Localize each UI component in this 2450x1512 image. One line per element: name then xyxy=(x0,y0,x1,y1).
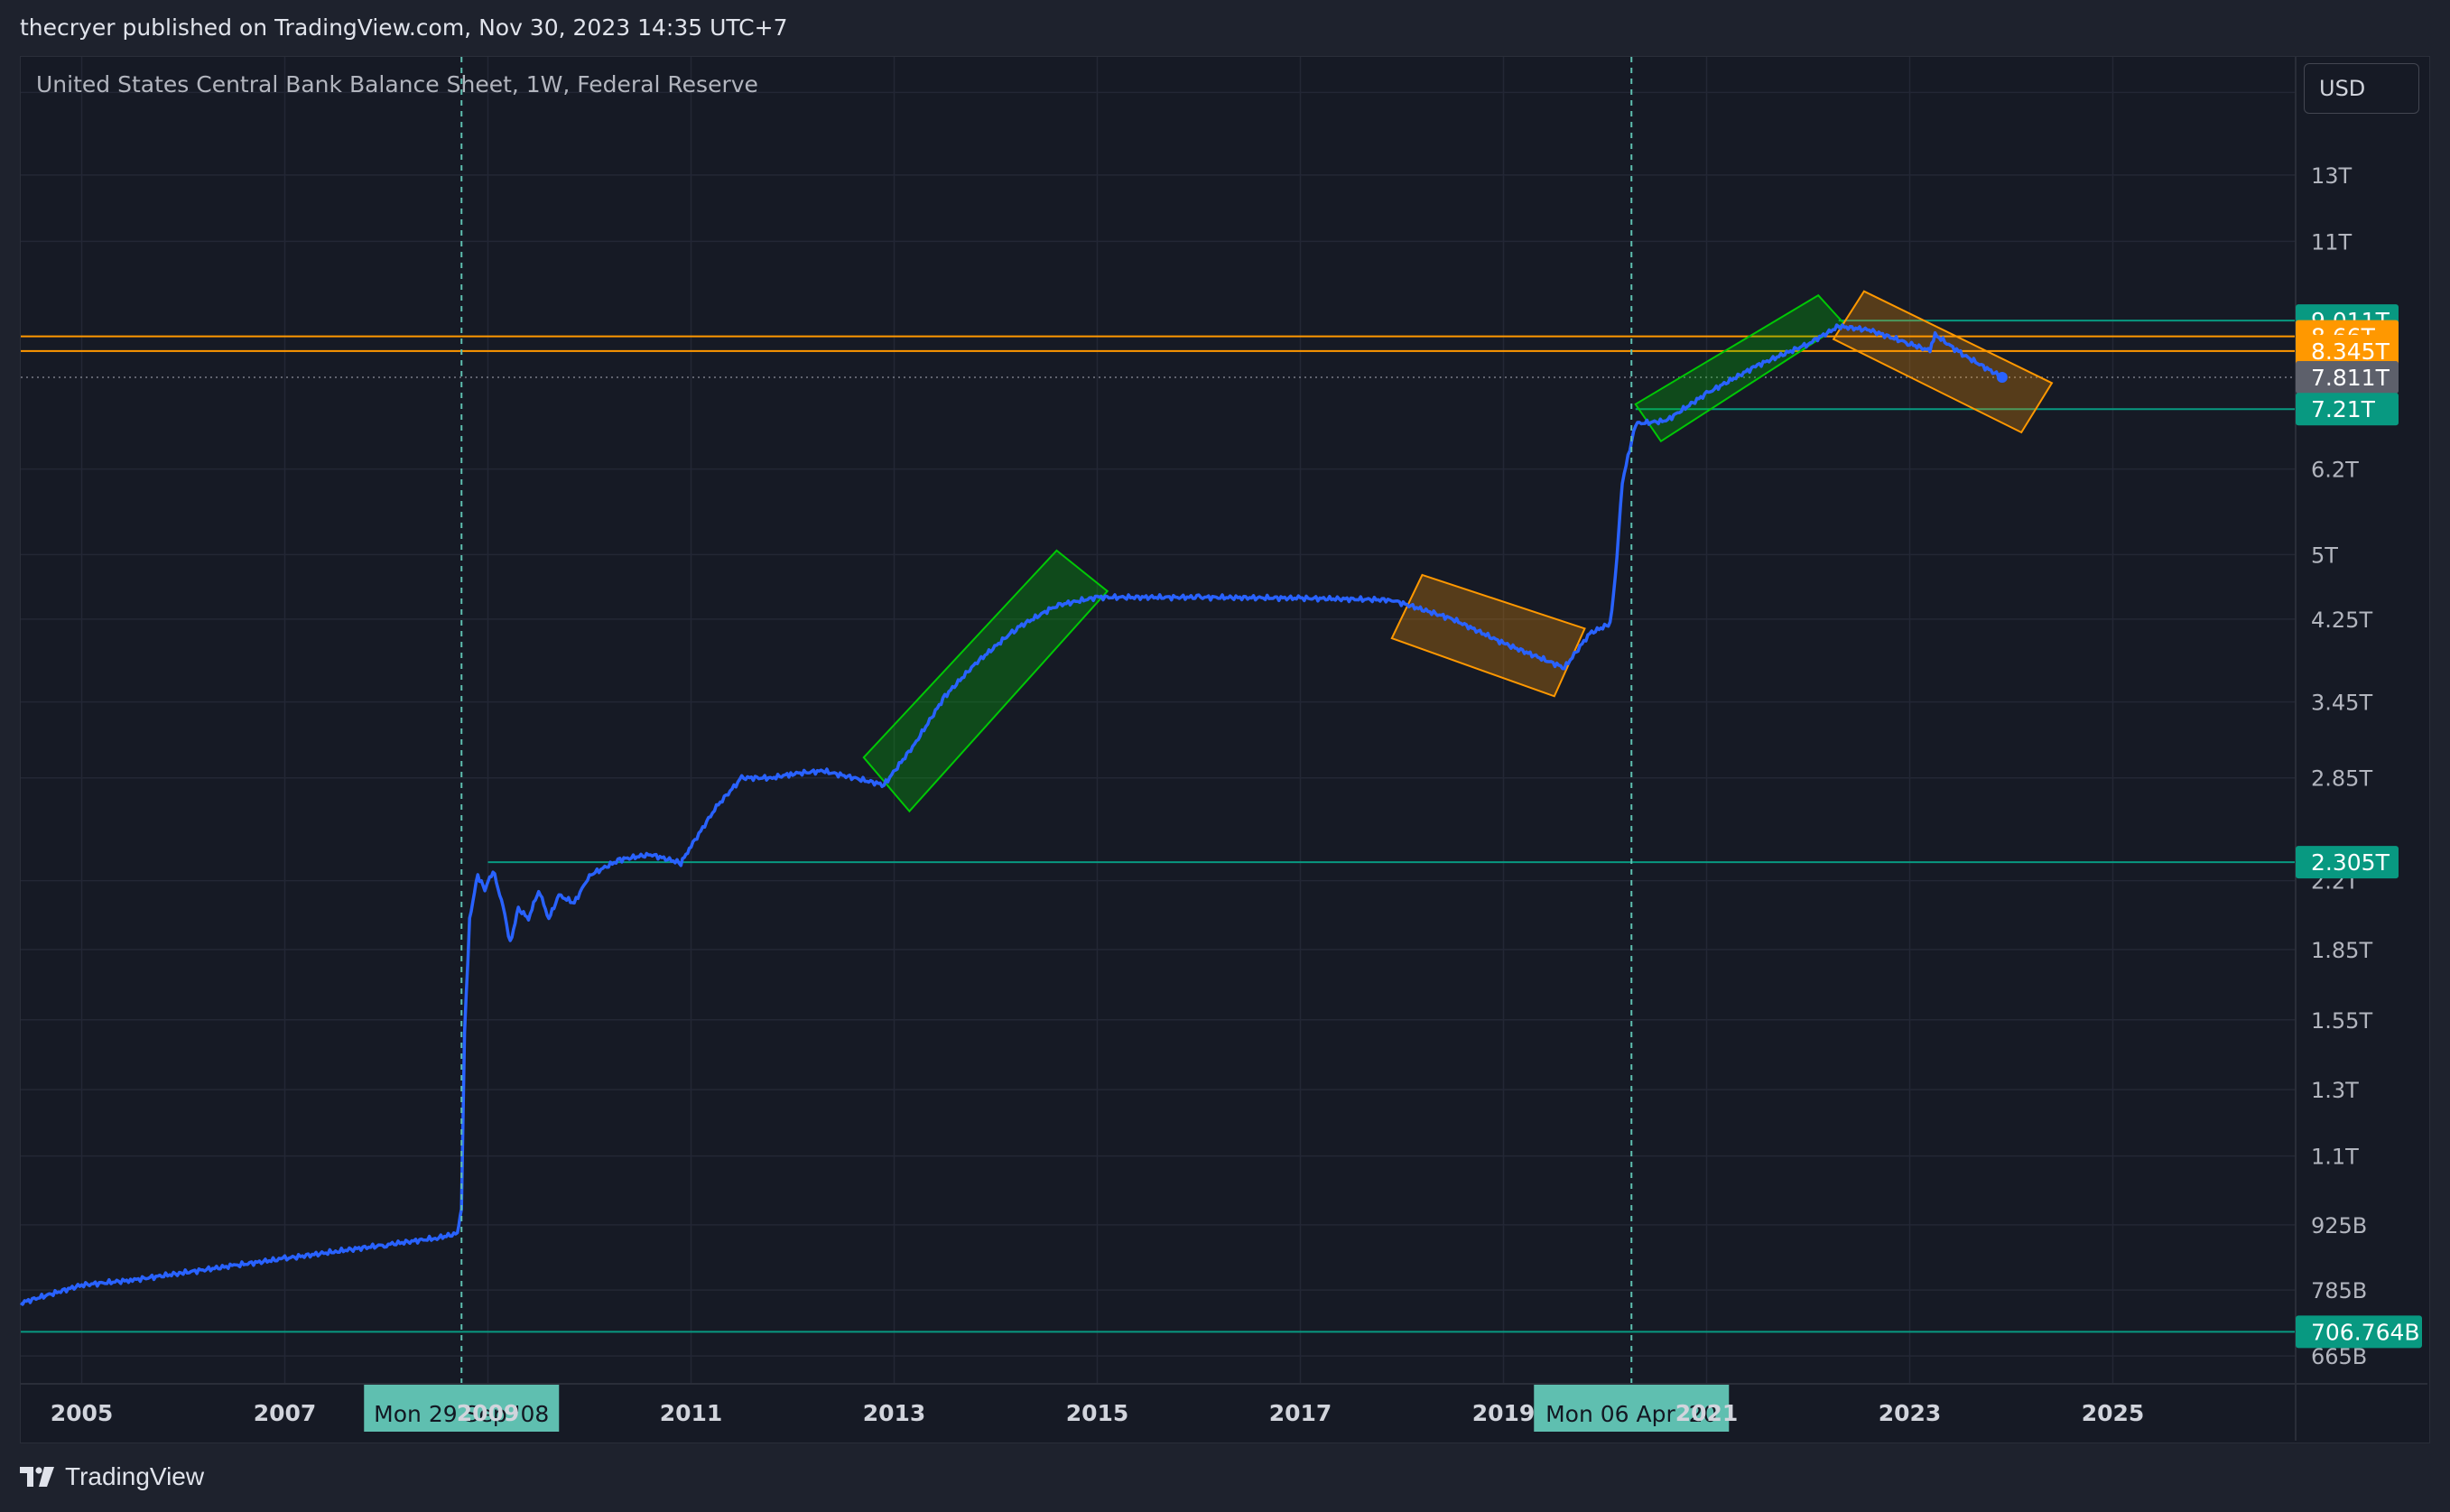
x-tick-label: 2009 xyxy=(457,1400,520,1426)
x-tick-label: 2005 xyxy=(51,1400,114,1426)
price-label: 706.764B xyxy=(2311,1319,2420,1345)
y-tick-label: 1.1T xyxy=(2311,1145,2359,1170)
y-tick-label: 785B xyxy=(2311,1278,2367,1303)
y-tick-label: 6.2T xyxy=(2311,458,2359,483)
horizontal-lines xyxy=(21,320,2296,1333)
x-tick-label: 2013 xyxy=(863,1400,926,1426)
price-label: 7.811T xyxy=(2311,365,2390,391)
grid xyxy=(21,57,2296,1384)
price-label: 7.21T xyxy=(2311,396,2376,422)
channels xyxy=(862,290,2054,813)
green-channel xyxy=(862,549,1109,813)
y-tick-label: 4.25T xyxy=(2311,608,2372,633)
currency-button[interactable]: USD xyxy=(2304,63,2419,114)
y-tick-label: 11T xyxy=(2311,229,2353,255)
chart-canvas[interactable]: Mon 29 Sep '08 Mon 06 Apr '20 665B785B925… xyxy=(0,0,2450,1512)
y-tick-label: 1.3T xyxy=(2311,1078,2359,1103)
y-tick-label: 13T xyxy=(2311,163,2353,189)
last-value-dot xyxy=(1996,372,2008,384)
x-tick-label: 2007 xyxy=(254,1400,317,1426)
brand-name: TradingView xyxy=(65,1462,205,1490)
orange-channel xyxy=(1832,290,2054,434)
x-tick-label: 2019 xyxy=(1472,1400,1536,1426)
series-line xyxy=(19,323,2003,1306)
y-tick-label: 2.85T xyxy=(2311,766,2372,792)
x-tick-label: 2025 xyxy=(2082,1400,2145,1426)
price-label: 8.345T xyxy=(2311,339,2390,365)
x-tick-label: 2021 xyxy=(1675,1400,1739,1426)
y-tick-label: 5T xyxy=(2311,543,2338,568)
x-tick-label: 2017 xyxy=(1269,1400,1332,1426)
y-tick-label: 665B xyxy=(2311,1344,2367,1369)
tradingview-logo[interactable]: TradingView xyxy=(20,1459,204,1495)
price-label: 2.305T xyxy=(2311,849,2390,876)
y-tick-label: 3.45T xyxy=(2311,691,2372,716)
chart-title: United States Central Bank Balance Sheet… xyxy=(36,71,758,97)
x-tick-label: 2023 xyxy=(1879,1400,1942,1426)
y-tick-label: 1.85T xyxy=(2311,938,2372,963)
series xyxy=(19,323,2008,1306)
axes: 665B785B925B1.1T1.3T1.55T1.85T2.2T2.85T3… xyxy=(21,57,2427,1441)
y-tick-label: 925B xyxy=(2311,1213,2367,1238)
x-tick-label: 2011 xyxy=(660,1400,723,1426)
y-tick-label: 1.55T xyxy=(2311,1008,2372,1034)
tradingview-logo-icon xyxy=(20,1467,54,1487)
x-tick-label: 2015 xyxy=(1066,1400,1129,1426)
